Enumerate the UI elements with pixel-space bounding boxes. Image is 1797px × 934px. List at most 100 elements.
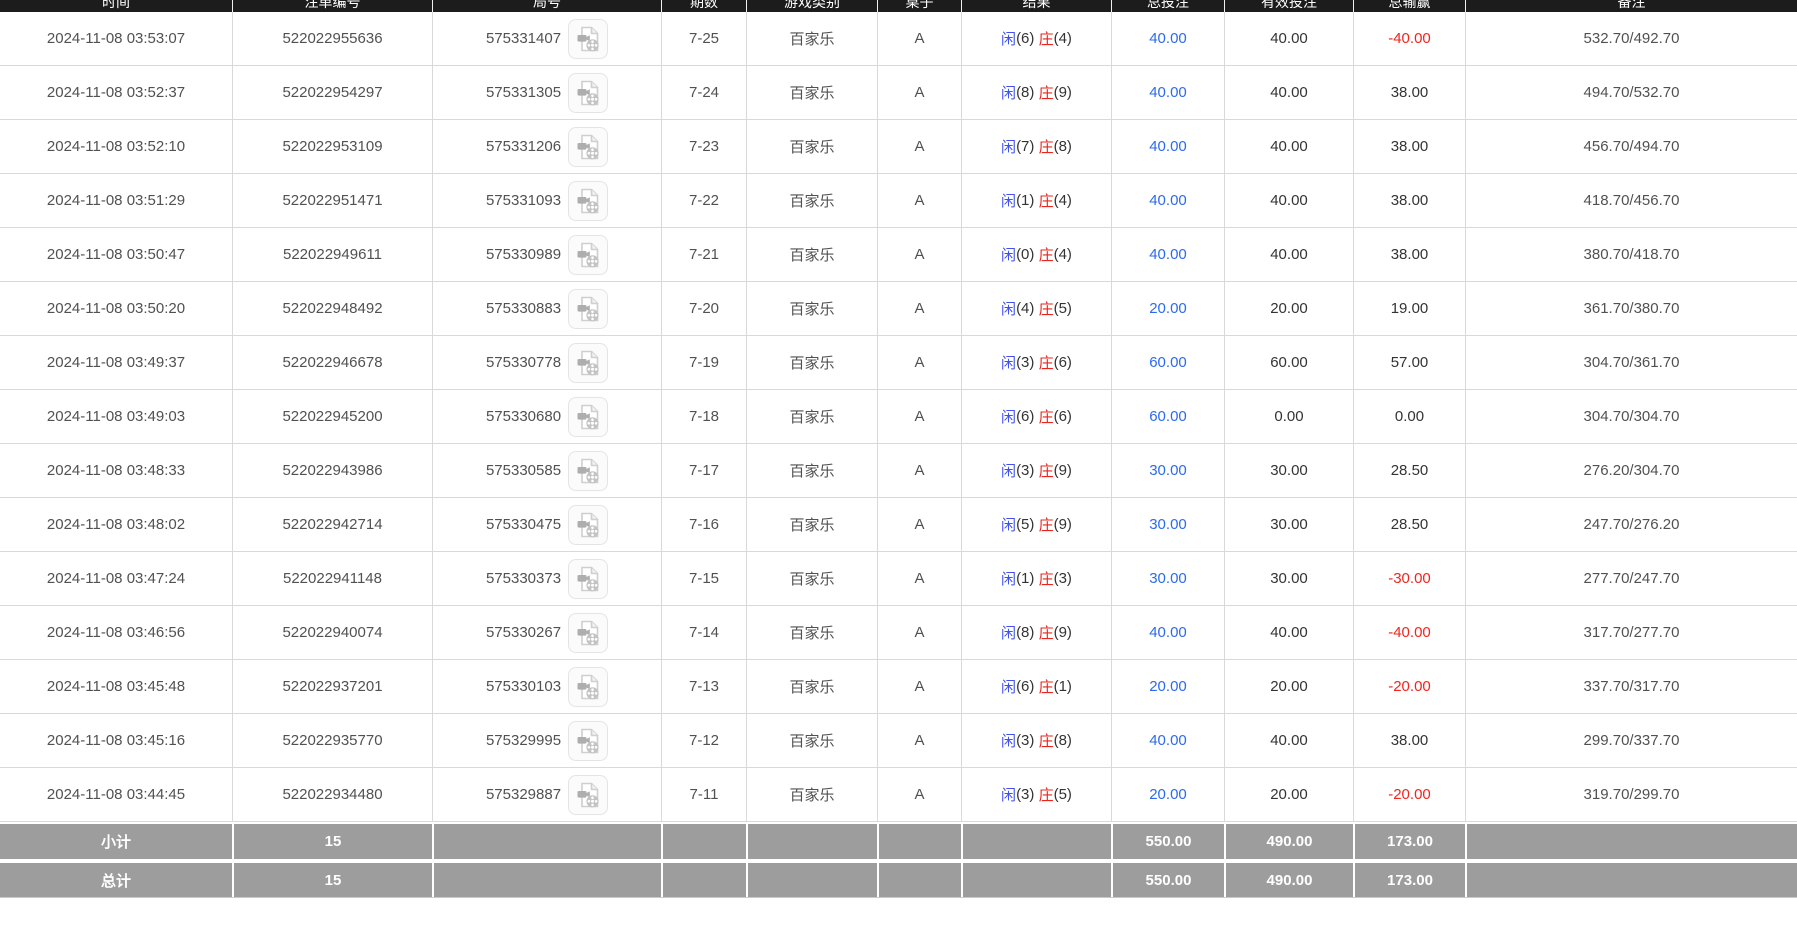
round-cell: 575330778 xyxy=(432,336,661,389)
column-header-table: 桌子 xyxy=(877,0,961,12)
period-cell: 7-20 xyxy=(661,282,746,335)
replay-video-button[interactable] xyxy=(568,775,608,815)
period-cell: 7-14 xyxy=(661,606,746,659)
period-cell: 7-21 xyxy=(661,228,746,281)
round-cell: 575331093 xyxy=(432,174,661,227)
table-row: 2024-11-08 03:52:37522022954297575331305… xyxy=(0,66,1797,120)
bet-id-cell: 522022934480 xyxy=(232,768,432,821)
total-bet-cell: 20.00 xyxy=(1111,660,1224,713)
banker-result-value: (5) xyxy=(1054,300,1072,317)
replay-video-button[interactable] xyxy=(568,667,608,707)
replay-video-button[interactable] xyxy=(568,181,608,221)
table-row: 2024-11-08 03:49:03522022945200575330680… xyxy=(0,390,1797,444)
banker-result-value: (9) xyxy=(1054,624,1072,641)
result-cell: 闲(6) 庄(6) xyxy=(961,390,1111,443)
bet-id-cell: 522022942714 xyxy=(232,498,432,551)
grand-total-valid-bet: 490.00 xyxy=(1224,863,1353,897)
win-loss-cell: 38.00 xyxy=(1353,228,1465,281)
player-result-label: 闲 xyxy=(1001,514,1016,535)
replay-video-button[interactable] xyxy=(568,613,608,653)
valid-bet-cell: 20.00 xyxy=(1224,660,1353,713)
round-cell: 575331206 xyxy=(432,120,661,173)
round-number: 575331407 xyxy=(486,30,561,47)
valid-bet-cell: 60.00 xyxy=(1224,336,1353,389)
replay-video-button[interactable] xyxy=(568,235,608,275)
replay-video-button[interactable] xyxy=(568,451,608,491)
win-loss-cell: -30.00 xyxy=(1353,552,1465,605)
round-cell: 575330989 xyxy=(432,228,661,281)
win-loss-cell: -40.00 xyxy=(1353,606,1465,659)
valid-bet-cell: 40.00 xyxy=(1224,66,1353,119)
video-replay-icon xyxy=(573,132,603,162)
valid-bet-cell: 20.00 xyxy=(1224,282,1353,335)
table-name-cell: A xyxy=(877,714,961,767)
time-cell: 2024-11-08 03:50:20 xyxy=(0,282,232,335)
bet-id-cell: 522022935770 xyxy=(232,714,432,767)
table-name-cell: A xyxy=(877,444,961,497)
player-result-value: (0) xyxy=(1016,246,1034,263)
result-cell: 闲(6) 庄(4) xyxy=(961,12,1111,65)
replay-video-button[interactable] xyxy=(568,73,608,113)
round-number: 575331305 xyxy=(486,84,561,101)
replay-video-button[interactable] xyxy=(568,559,608,599)
period-cell: 7-11 xyxy=(661,768,746,821)
player-result-value: (1) xyxy=(1016,192,1034,209)
balance-cell: 532.70/492.70 xyxy=(1465,12,1797,65)
table-row: 2024-11-08 03:48:02522022942714575330475… xyxy=(0,498,1797,552)
column-header-round-id: 局号 xyxy=(432,0,661,12)
table-body: 2024-11-08 03:53:07522022955636 575331407… xyxy=(0,12,1797,822)
bet-id-cell: 522022955636 xyxy=(232,12,432,65)
total-bet-cell: 30.00 xyxy=(1111,444,1224,497)
player-result-label: 闲 xyxy=(1001,190,1016,211)
win-loss-cell: 19.00 xyxy=(1353,282,1465,335)
result-cell: 闲(1) 庄(3) xyxy=(961,552,1111,605)
replay-video-button[interactable] xyxy=(568,289,608,329)
video-replay-icon xyxy=(573,186,603,216)
table-name-cell: A xyxy=(877,768,961,821)
video-replay-icon xyxy=(573,240,603,270)
game-type-cell: 百家乐 xyxy=(746,552,877,605)
player-result-label: 闲 xyxy=(1001,244,1016,265)
banker-result-label: 庄 xyxy=(1039,136,1054,157)
table-row: 2024-11-08 03:44:45522022934480575329887… xyxy=(0,768,1797,822)
time-cell: 2024-11-08 03:48:02 xyxy=(0,498,232,551)
replay-video-button[interactable] xyxy=(568,397,608,437)
subtotal-empty-cell xyxy=(432,824,661,859)
banker-result-label: 庄 xyxy=(1039,460,1054,481)
table-name-cell: A xyxy=(877,66,961,119)
banker-result-value: (6) xyxy=(1054,408,1072,425)
time-cell: 2024-11-08 03:45:48 xyxy=(0,660,232,713)
table-name-cell: A xyxy=(877,336,961,389)
player-result-label: 闲 xyxy=(1001,352,1016,373)
replay-video-button[interactable] xyxy=(568,19,608,59)
total-bet-cell: 60.00 xyxy=(1111,336,1224,389)
result-cell: 闲(5) 庄(9) xyxy=(961,498,1111,551)
table-row: 2024-11-08 03:45:16522022935770575329995… xyxy=(0,714,1797,768)
game-type-cell: 百家乐 xyxy=(746,444,877,497)
grand-total-empty-cell xyxy=(432,863,661,897)
game-type-cell: 百家乐 xyxy=(746,120,877,173)
video-replay-icon xyxy=(573,564,603,594)
banker-result-label: 庄 xyxy=(1039,352,1054,373)
banker-result-value: (4) xyxy=(1054,192,1072,209)
time-cell: 2024-11-08 03:53:07 xyxy=(0,12,232,65)
total-bet-cell: 40.00 xyxy=(1111,714,1224,767)
player-result-label: 闲 xyxy=(1001,136,1016,157)
round-number: 575330989 xyxy=(486,246,561,263)
total-bet-cell: 30.00 xyxy=(1111,552,1224,605)
grand-total-label: 总计 xyxy=(0,863,232,897)
replay-video-button[interactable] xyxy=(568,721,608,761)
grand-total-win-loss: 173.00 xyxy=(1353,863,1465,897)
player-result-value: (6) xyxy=(1016,30,1034,47)
time-cell: 2024-11-08 03:46:56 xyxy=(0,606,232,659)
player-result-value: (3) xyxy=(1016,462,1034,479)
replay-video-button[interactable] xyxy=(568,127,608,167)
player-result-value: (8) xyxy=(1016,624,1034,641)
replay-video-button[interactable] xyxy=(568,343,608,383)
balance-cell: 304.70/304.70 xyxy=(1465,390,1797,443)
result-cell: 闲(0) 庄(4) xyxy=(961,228,1111,281)
replay-video-button[interactable] xyxy=(568,505,608,545)
period-cell: 7-15 xyxy=(661,552,746,605)
valid-bet-cell: 0.00 xyxy=(1224,390,1353,443)
game-type-cell: 百家乐 xyxy=(746,768,877,821)
